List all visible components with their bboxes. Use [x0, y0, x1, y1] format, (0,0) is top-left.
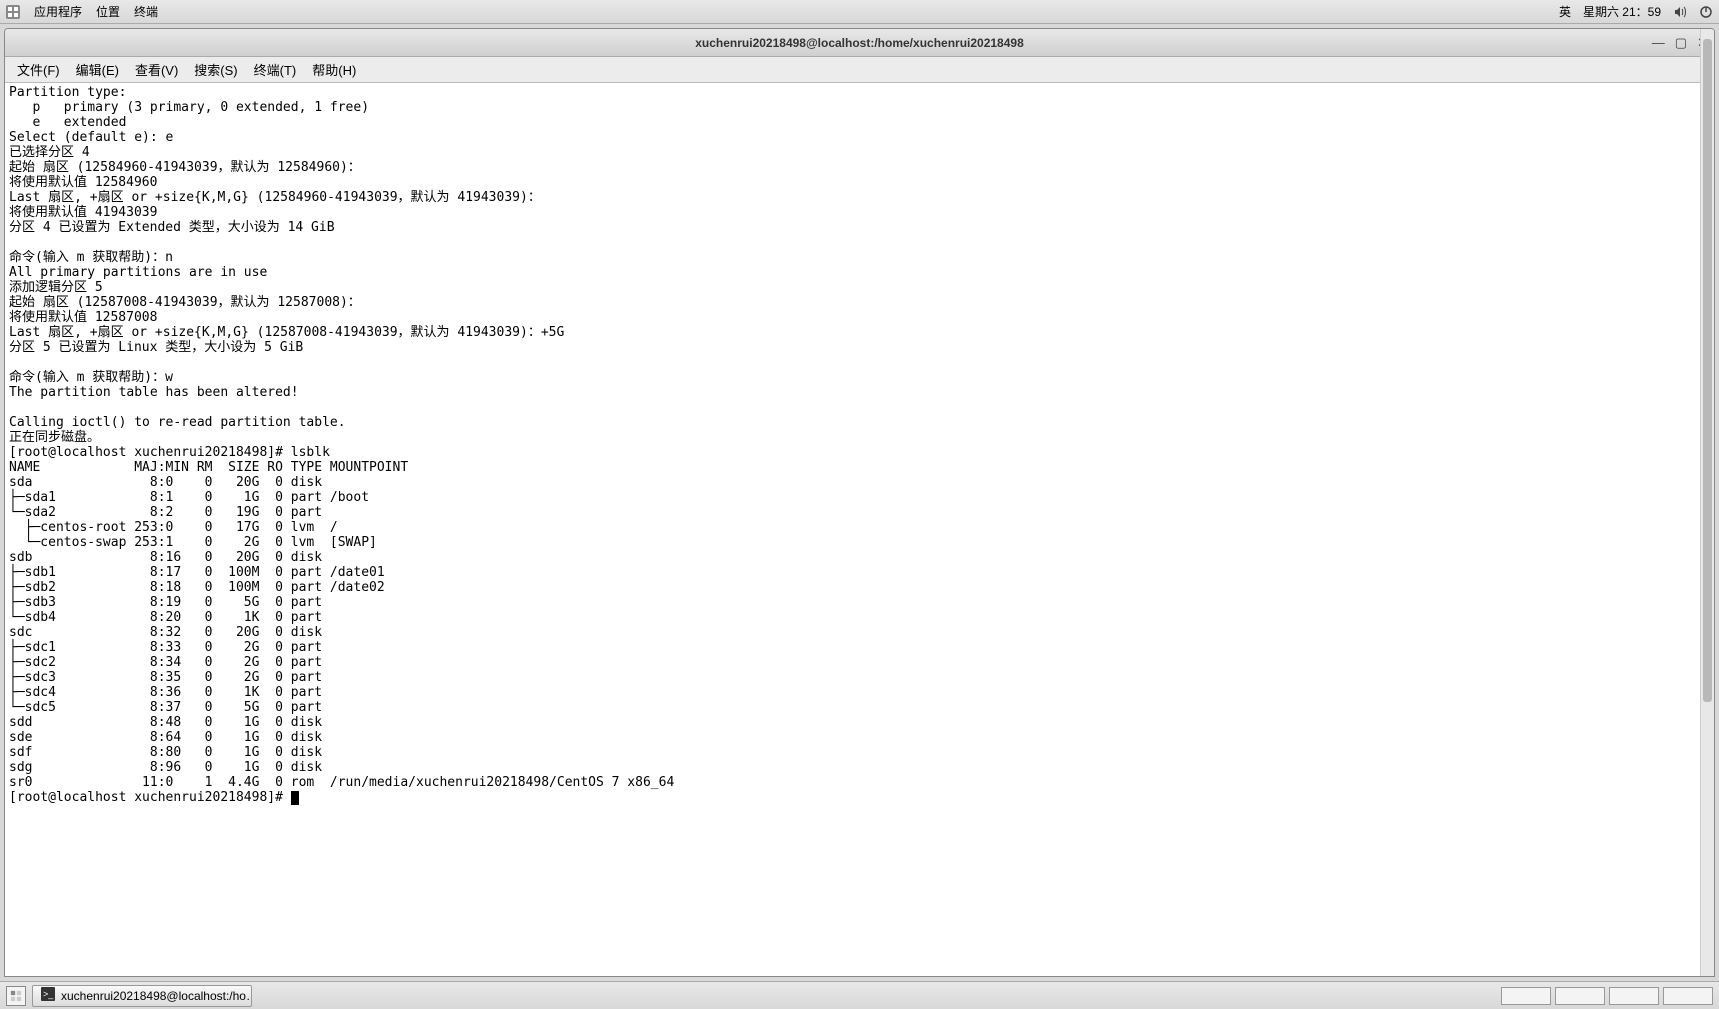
- scrollbar-thumb[interactable]: [1703, 39, 1712, 702]
- menu-terminal[interactable]: 终端: [134, 3, 158, 20]
- terminal-menubar: 文件(F) 编辑(E) 查看(V) 搜索(S) 终端(T) 帮助(H): [5, 57, 1714, 83]
- bottom-panel: >_ xuchenrui20218498@localhost:/ho…: [0, 981, 1719, 1009]
- menu-file[interactable]: 文件(F): [11, 58, 66, 81]
- terminal-cursor: [291, 791, 299, 805]
- menu-places[interactable]: 位置: [96, 3, 120, 20]
- maximize-button[interactable]: ▢: [1675, 35, 1687, 51]
- terminal-icon: >_: [41, 987, 55, 1004]
- top-panel: 应用程序 位置 终端 英 星期六 21：59: [0, 0, 1719, 24]
- tray-box-2[interactable]: [1555, 987, 1605, 1005]
- menu-help[interactable]: 帮助(H): [306, 58, 362, 81]
- volume-icon[interactable]: [1673, 5, 1687, 19]
- menu-search[interactable]: 搜索(S): [188, 58, 243, 81]
- terminal-window: xuchenrui20218498@localhost:/home/xuchen…: [4, 28, 1715, 977]
- power-icon[interactable]: [1699, 5, 1713, 19]
- tray-box-4[interactable]: [1663, 987, 1713, 1005]
- workspace-switcher[interactable]: [6, 986, 26, 1006]
- window-title: xuchenrui20218498@localhost:/home/xuchen…: [695, 36, 1024, 50]
- window-titlebar[interactable]: xuchenrui20218498@localhost:/home/xuchen…: [5, 29, 1714, 57]
- tray-box-3[interactable]: [1609, 987, 1659, 1005]
- menu-applications[interactable]: 应用程序: [34, 3, 82, 20]
- clock[interactable]: 星期六 21：59: [1583, 3, 1661, 20]
- menu-terminal[interactable]: 终端(T): [248, 58, 303, 81]
- taskbar-task-terminal[interactable]: >_ xuchenrui20218498@localhost:/ho…: [32, 985, 252, 1007]
- svg-text:>_: >_: [43, 989, 54, 999]
- minimize-button[interactable]: —: [1652, 35, 1665, 51]
- scrollbar-vertical[interactable]: [1700, 29, 1714, 976]
- menu-view[interactable]: 查看(V): [129, 58, 184, 81]
- tray-box-1[interactable]: [1501, 987, 1551, 1005]
- input-method-indicator[interactable]: 英: [1559, 3, 1571, 20]
- desktop: xuchenrui20218498@localhost:/home/xuchen…: [0, 24, 1719, 1009]
- gnome-applications-icon: [6, 5, 20, 19]
- taskbar-task-label: xuchenrui20218498@localhost:/ho…: [61, 989, 252, 1003]
- terminal-output[interactable]: Partition type: p primary (3 primary, 0 …: [5, 83, 1714, 976]
- menu-edit[interactable]: 编辑(E): [70, 58, 125, 81]
- tray-boxes: [1501, 987, 1713, 1005]
